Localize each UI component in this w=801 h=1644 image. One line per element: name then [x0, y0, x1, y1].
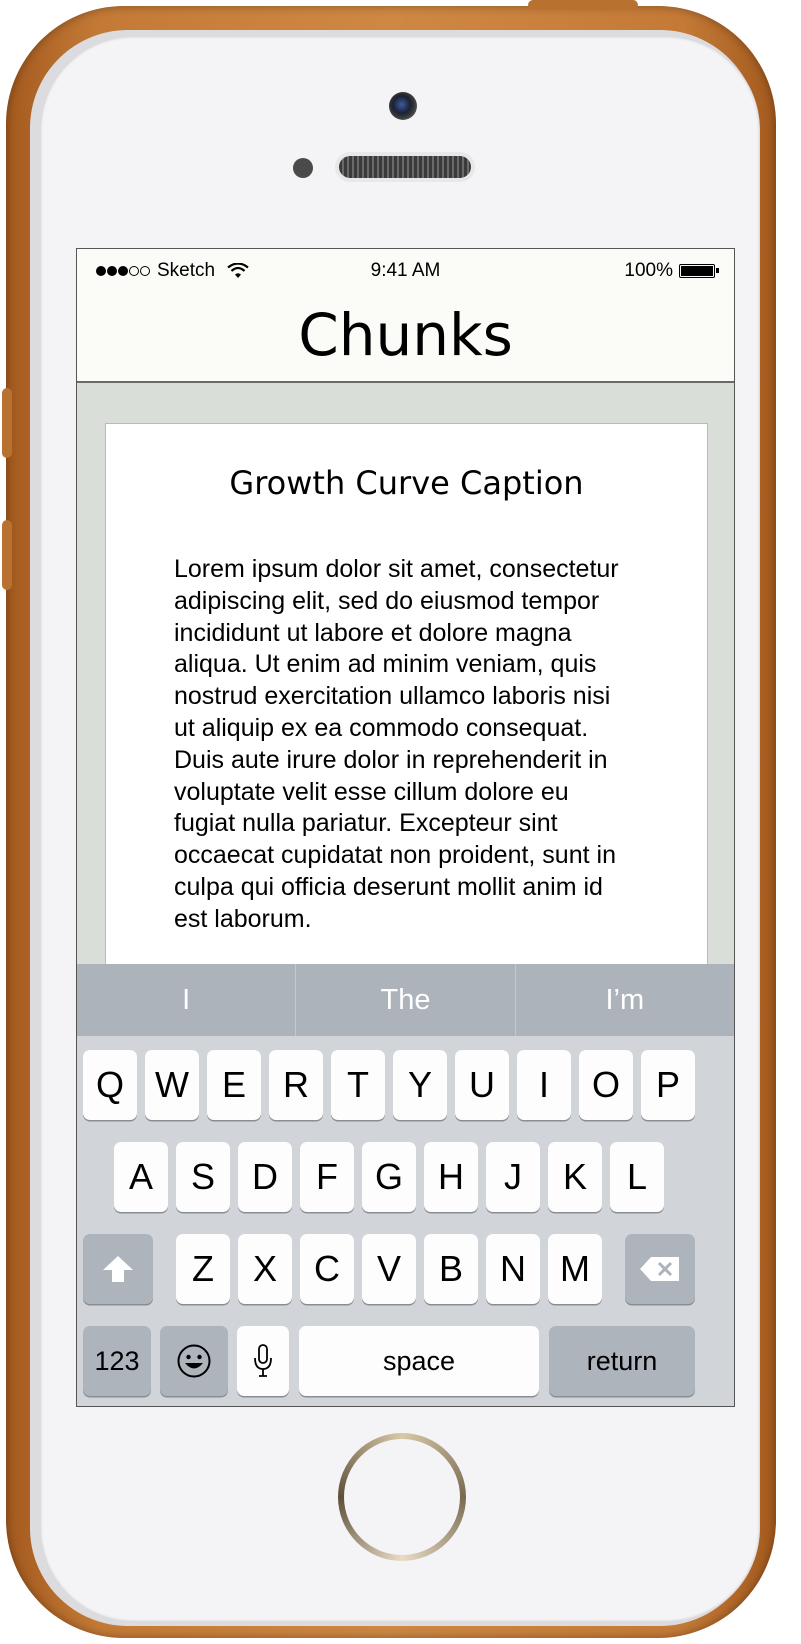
key-i[interactable]: I	[517, 1050, 571, 1120]
page-title: Chunks	[298, 301, 513, 369]
shift-icon	[103, 1256, 133, 1282]
battery-percent: 100%	[624, 260, 673, 281]
key-v[interactable]: V	[362, 1234, 416, 1304]
space-key[interactable]: space	[299, 1326, 539, 1396]
shift-key[interactable]	[83, 1234, 153, 1304]
key-w[interactable]: W	[145, 1050, 199, 1120]
key-r[interactable]: R	[269, 1050, 323, 1120]
emoji-icon	[177, 1344, 211, 1378]
return-key[interactable]: return	[549, 1326, 695, 1396]
key-c[interactable]: C	[300, 1234, 354, 1304]
home-button-face	[344, 1439, 460, 1555]
suggestion-item[interactable]: I’m	[516, 964, 734, 1036]
key-o[interactable]: O	[579, 1050, 633, 1120]
card-title: Growth Curve Caption	[229, 464, 584, 502]
backspace-key[interactable]	[625, 1234, 695, 1304]
key-t[interactable]: T	[331, 1050, 385, 1120]
top-button	[528, 0, 638, 10]
numbers-key[interactable]: 123	[83, 1326, 151, 1396]
earpiece-speaker	[339, 156, 471, 178]
key-d[interactable]: D	[238, 1142, 292, 1212]
key-e[interactable]: E	[207, 1050, 261, 1120]
key-a[interactable]: A	[114, 1142, 168, 1212]
navigation-bar: Chunks	[77, 289, 734, 383]
status-bar: Sketch 9:41 AM 100%	[77, 249, 734, 289]
card-body-text: Lorem ipsum dolor sit amet, consectetur …	[174, 555, 619, 933]
suggestion-item[interactable]: The	[296, 964, 516, 1036]
side-button	[2, 520, 12, 590]
keyboard: I The I’m Q W E R T Y U I O P A S D F G …	[77, 964, 734, 1406]
key-b[interactable]: B	[424, 1234, 478, 1304]
key-k[interactable]: K	[548, 1142, 602, 1212]
phone-screen: Sketch 9:41 AM 100% Chunks Growth Curve …	[76, 248, 735, 1407]
key-g[interactable]: G	[362, 1142, 416, 1212]
home-button[interactable]	[338, 1433, 466, 1561]
key-n[interactable]: N	[486, 1234, 540, 1304]
key-z[interactable]: Z	[176, 1234, 230, 1304]
backspace-icon	[640, 1257, 679, 1281]
emoji-key[interactable]	[160, 1326, 228, 1396]
proximity-sensor	[293, 158, 313, 178]
battery-status: 100%	[624, 260, 719, 282]
suggestion-item[interactable]: I	[77, 964, 297, 1036]
key-y[interactable]: Y	[393, 1050, 447, 1120]
key-s[interactable]: S	[176, 1142, 230, 1212]
key-p[interactable]: P	[641, 1050, 695, 1120]
front-camera	[389, 92, 417, 120]
side-button	[2, 388, 12, 458]
battery-icon	[679, 264, 719, 278]
key-h[interactable]: H	[424, 1142, 478, 1212]
key-m[interactable]: M	[548, 1234, 602, 1304]
key-x[interactable]: X	[238, 1234, 292, 1304]
microphone-icon	[254, 1344, 272, 1377]
suggestion-bar: I The I’m	[77, 964, 734, 1036]
key-l[interactable]: L	[610, 1142, 664, 1212]
key-q[interactable]: Q	[83, 1050, 137, 1120]
key-u[interactable]: U	[455, 1050, 509, 1120]
key-f[interactable]: F	[300, 1142, 354, 1212]
key-j[interactable]: J	[486, 1142, 540, 1212]
microphone-key[interactable]	[237, 1326, 289, 1396]
